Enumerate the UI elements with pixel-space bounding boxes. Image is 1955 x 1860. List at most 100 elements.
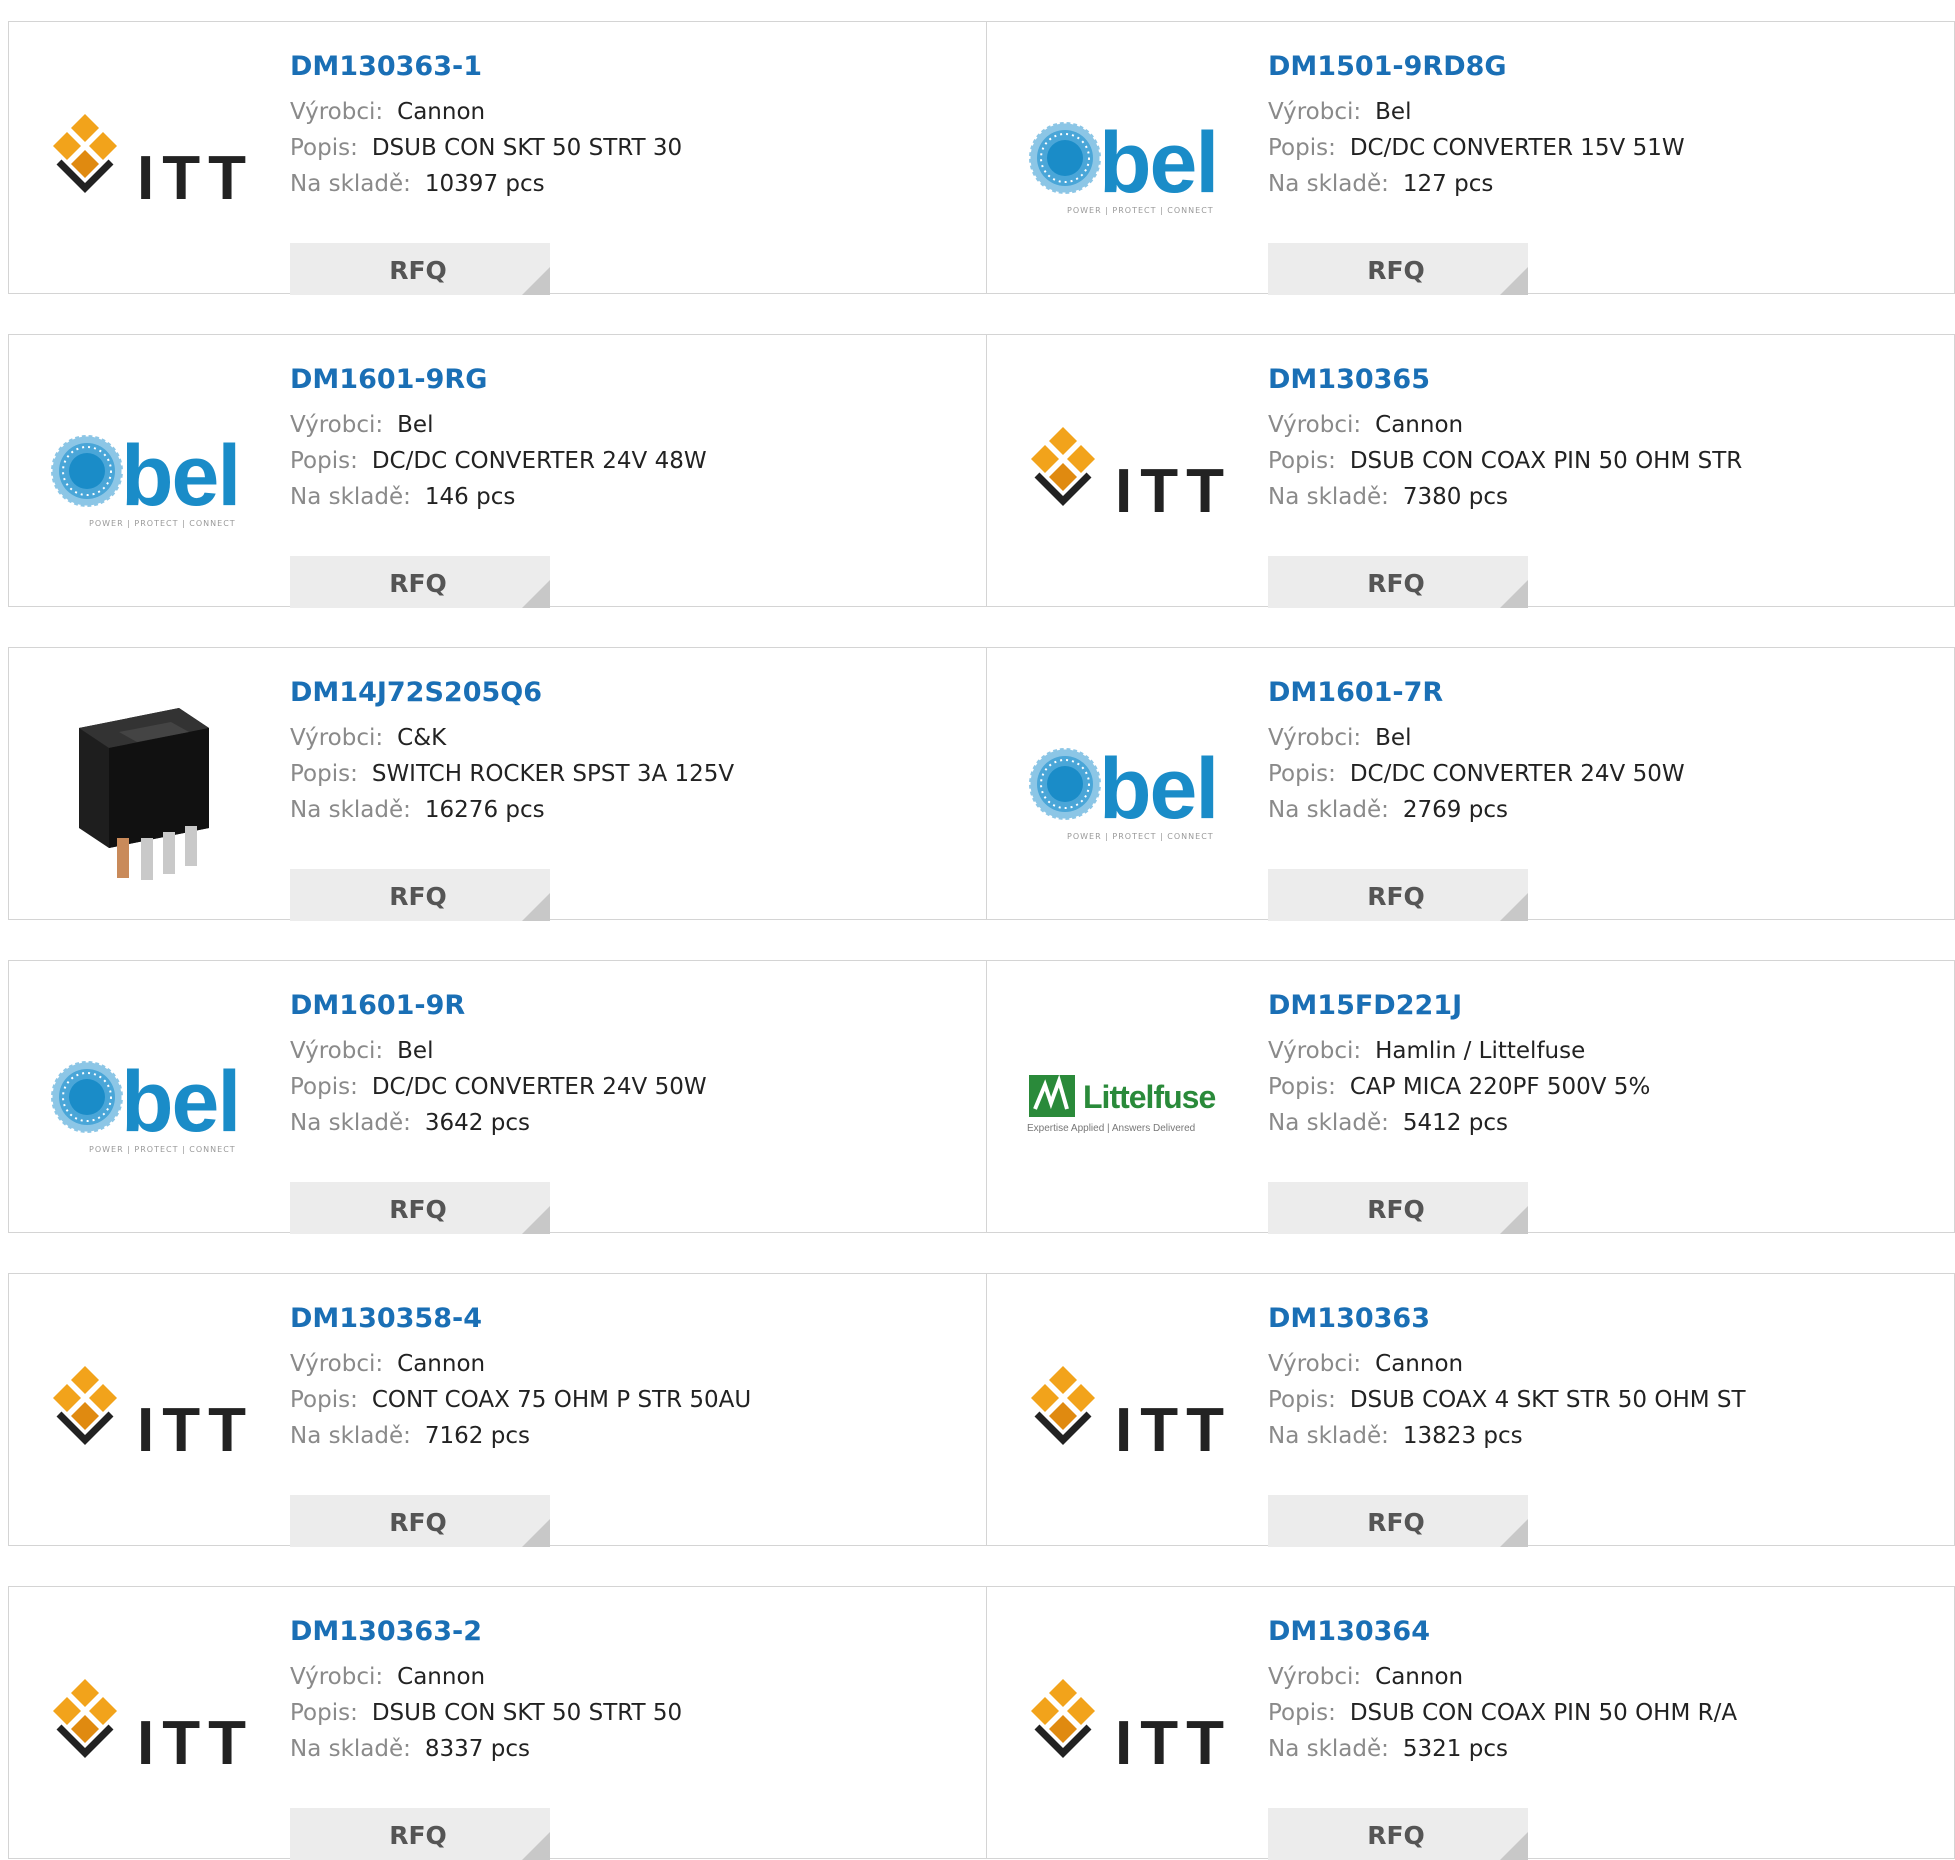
- stock-line: Na skladě: 5321 pcs: [1268, 1734, 1737, 1765]
- manufacturer-label: Výrobci:: [1268, 1664, 1362, 1690]
- part-number-link[interactable]: DM1601-9R: [290, 990, 707, 1022]
- description-value: DC/DC CONVERTER 24V 50W: [1349, 761, 1685, 787]
- description-line: Popis: SWITCH ROCKER SPST 3A 125V: [290, 759, 734, 790]
- part-number-link[interactable]: DM130363-1: [290, 51, 682, 83]
- product-thumbnail[interactable]: ITT: [1027, 1354, 1227, 1474]
- rfq-button[interactable]: RFQ: [1268, 556, 1528, 608]
- stock-value: 127 pcs: [1402, 171, 1494, 197]
- product-thumbnail[interactable]: ITT: [49, 1354, 249, 1474]
- product-thumbnail[interactable]: ITT: [49, 1667, 249, 1787]
- itt-logo: ITT: [49, 1667, 249, 1787]
- description-value: SWITCH ROCKER SPST 3A 125V: [371, 761, 735, 787]
- rfq-button[interactable]: RFQ: [290, 243, 550, 295]
- manufacturer-line: Výrobci: Bel: [290, 410, 707, 441]
- itt-diamond-icon: [53, 114, 117, 193]
- rfq-button[interactable]: RFQ: [290, 556, 550, 608]
- rfq-button[interactable]: RFQ: [290, 1808, 550, 1860]
- description-value: DSUB CON SKT 50 STRT 50: [371, 1700, 683, 1726]
- stock-line: Na skladě: 5412 pcs: [1268, 1108, 1650, 1139]
- description-line: Popis: DC/DC CONVERTER 15V 51W: [1268, 133, 1685, 164]
- itt-logo: ITT: [1027, 415, 1227, 535]
- description-value: DC/DC CONVERTER 24V 50W: [371, 1074, 707, 1100]
- part-number-link[interactable]: DM130364: [1268, 1616, 1737, 1648]
- product-info: DM1601-9R Výrobci: Bel Popis: DC/DC CONVERTE…: [290, 990, 707, 1139]
- part-number-link[interactable]: DM1601-7R: [1268, 677, 1685, 709]
- stock-line: Na skladě: 16276 pcs: [290, 795, 734, 826]
- part-number-link[interactable]: DM1501-9RD8G: [1268, 51, 1685, 83]
- product-info: DM130365 Výrobci: Cannon Popis: DSUB CON COA…: [1268, 364, 1742, 513]
- manufacturer-label: Výrobci:: [1268, 725, 1362, 751]
- product-thumbnail[interactable]: [49, 708, 249, 880]
- rfq-button[interactable]: RFQ: [1268, 1808, 1528, 1860]
- part-number-link[interactable]: DM130365: [1268, 364, 1742, 396]
- stock-value: 8337 pcs: [424, 1736, 530, 1762]
- description-line: Popis: DC/DC CONVERTER 24V 50W: [1268, 759, 1685, 790]
- bel-tagline: POWER | PROTECT | CONNECT: [89, 1145, 236, 1154]
- product-thumbnail[interactable]: bel POWER | PROTECT | CONNECT: [1027, 728, 1227, 848]
- product-thumbnail[interactable]: ITT: [1027, 1667, 1227, 1787]
- bel-wordmark: bel: [121, 1054, 241, 1150]
- part-number-link[interactable]: DM130363: [1268, 1303, 1746, 1335]
- product-card: DM14J72S205Q6 Výrobci: C&K Popis: SWITCH ROC…: [9, 648, 986, 921]
- description-label: Popis:: [1268, 1074, 1336, 1100]
- product-thumbnail[interactable]: ITT: [1027, 415, 1227, 535]
- product-row: ITT DM130363-1 Výrobci: Cannon Popis: DSUB C…: [8, 21, 1955, 295]
- itt-wordmark: ITT: [137, 1396, 254, 1465]
- rfq-button[interactable]: RFQ: [1268, 869, 1528, 921]
- product-thumbnail[interactable]: bel POWER | PROTECT | CONNECT: [49, 415, 249, 535]
- manufacturer-line: Výrobci: Cannon: [290, 1349, 751, 1380]
- description-line: Popis: DSUB CON COAX PIN 50 OHM STR: [1268, 446, 1742, 477]
- description-label: Popis:: [290, 135, 358, 161]
- manufacturer-line: Výrobci: Cannon: [1268, 410, 1742, 441]
- part-number-link[interactable]: DM1601-9RG: [290, 364, 707, 396]
- part-number-link[interactable]: DM14J72S205Q6: [290, 677, 734, 709]
- manufacturer-label: Výrobci:: [1268, 99, 1362, 125]
- itt-wordmark: ITT: [1115, 457, 1232, 526]
- manufacturer-line: Výrobci: Hamlin / Littelfuse: [1268, 1036, 1650, 1067]
- stock-line: Na skladě: 2769 pcs: [1268, 795, 1685, 826]
- rfq-button[interactable]: RFQ: [290, 1182, 550, 1234]
- rfq-button[interactable]: RFQ: [1268, 243, 1528, 295]
- bel-wordmark: bel: [121, 428, 241, 524]
- stock-value: 16276 pcs: [424, 797, 545, 823]
- stock-line: Na skladě: 127 pcs: [1268, 169, 1685, 200]
- stock-label: Na skladě:: [290, 484, 411, 510]
- rfq-button[interactable]: RFQ: [290, 1495, 550, 1547]
- stock-label: Na skladě:: [290, 171, 411, 197]
- part-number-link[interactable]: DM15FD221J: [1268, 990, 1650, 1022]
- manufacturer-label: Výrobci:: [1268, 412, 1362, 438]
- manufacturer-value: Cannon: [1375, 1351, 1464, 1377]
- stock-value: 13823 pcs: [1402, 1423, 1523, 1449]
- itt-logo: ITT: [1027, 1354, 1227, 1474]
- product-thumbnail[interactable]: Littelfuse Expertise Applied | Answers D…: [1027, 1041, 1227, 1161]
- bel-logo: bel POWER | PROTECT | CONNECT: [49, 1041, 249, 1161]
- bel-wordmark: bel: [1099, 115, 1219, 211]
- rfq-button[interactable]: RFQ: [290, 869, 550, 921]
- stock-value: 5412 pcs: [1402, 1110, 1508, 1136]
- product-card: ITT DM130363 Výrobci: Cannon Popis: DSUB COA…: [986, 1274, 1955, 1547]
- rfq-corner-decoration: [522, 580, 550, 608]
- stock-label: Na skladě:: [1268, 1423, 1389, 1449]
- product-thumbnail[interactable]: bel POWER | PROTECT | CONNECT: [49, 1041, 249, 1161]
- rfq-button[interactable]: RFQ: [1268, 1182, 1528, 1234]
- bel-logo: bel POWER | PROTECT | CONNECT: [1027, 102, 1227, 222]
- rfq-button[interactable]: RFQ: [1268, 1495, 1528, 1547]
- part-number-link[interactable]: DM130358-4: [290, 1303, 751, 1335]
- description-value: DC/DC CONVERTER 24V 48W: [371, 448, 707, 474]
- rfq-button-label: RFQ: [389, 1820, 447, 1850]
- description-label: Popis:: [290, 1387, 358, 1413]
- bel-globe-icon: [1027, 120, 1103, 196]
- stock-line: Na skladě: 3642 pcs: [290, 1108, 707, 1139]
- itt-diamond-icon: [53, 1679, 117, 1758]
- product-thumbnail[interactable]: ITT: [49, 102, 249, 222]
- bel-logo: bel POWER | PROTECT | CONNECT: [1027, 728, 1227, 848]
- manufacturer-label: Výrobci:: [1268, 1038, 1362, 1064]
- part-number-link[interactable]: DM130363-2: [290, 1616, 682, 1648]
- manufacturer-value: Bel: [1375, 99, 1412, 125]
- rfq-button-label: RFQ: [1367, 1820, 1425, 1850]
- product-thumbnail[interactable]: bel POWER | PROTECT | CONNECT: [1027, 102, 1227, 222]
- description-label: Popis:: [1268, 135, 1336, 161]
- littelfuse-wordmark: Littelfuse: [1083, 1079, 1216, 1115]
- rfq-button-label: RFQ: [1367, 881, 1425, 911]
- product-info: DM15FD221J Výrobci: Hamlin / Littelfuse Pop…: [1268, 990, 1650, 1139]
